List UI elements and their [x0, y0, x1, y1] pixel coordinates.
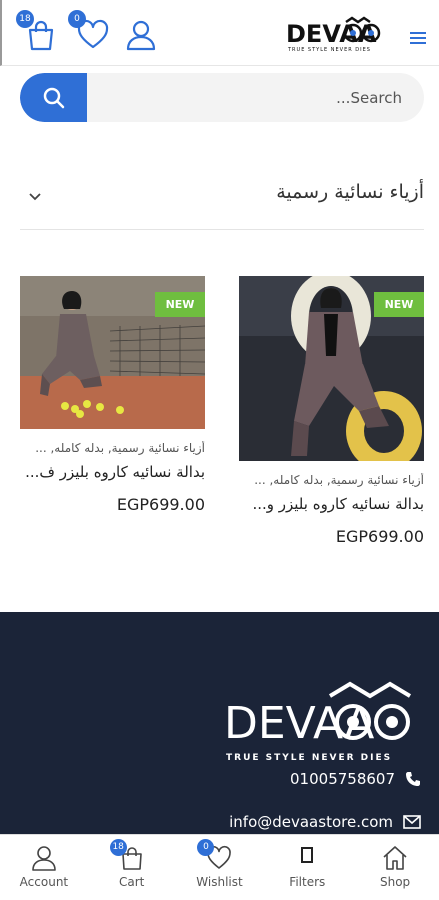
nav-account[interactable]: Account [0, 835, 88, 900]
product-card[interactable]: NEW أزياء نسائية رسمية, بدله كامله, ... … [239, 276, 424, 546]
user-icon [31, 845, 57, 871]
heart-icon: 0 [197, 839, 232, 871]
top-header: 18 0 DEVAA TRUE STYLE NEVER DIES [0, 0, 439, 66]
phone-number[interactable]: 01005758607 [290, 770, 395, 788]
new-badge: NEW [374, 292, 424, 317]
cart-count-badge: 18 [109, 839, 127, 856]
cart-count-badge: 18 [16, 10, 34, 28]
search-button[interactable] [20, 73, 87, 122]
nav-filters[interactable]: Filters [263, 835, 351, 900]
email-address[interactable]: info@devaastore.com [229, 813, 393, 831]
brand-logo[interactable]: DEVAA TRUE STYLE NEVER DIES [286, 14, 390, 54]
nav-label: Account [19, 875, 69, 889]
product-category[interactable]: أزياء نسائية رسمية, بدله كامله, ... [239, 473, 424, 487]
nav-wishlist[interactable]: 0 Wishlist [176, 835, 264, 900]
nav-label: Filters [289, 875, 326, 889]
user-icon [126, 20, 156, 51]
account-button[interactable] [124, 18, 158, 52]
product-price: EGP699.00 [116, 495, 205, 514]
search-input[interactable] [90, 73, 402, 122]
svg-text:TRUE STYLE NEVER DIES: TRUE STYLE NEVER DIES [287, 47, 371, 53]
product-name[interactable]: بدالة نسائيه كاروه بليزر ف... [20, 463, 205, 481]
svg-text:TRUE STYLE NEVER DIES: TRUE STYLE NEVER DIES [226, 753, 392, 763]
product-name[interactable]: بدالة نسائيه كاروه بليزر و... [239, 495, 424, 513]
site-footer: DEVAA TRUE STYLE NEVER DIES 01005758607 … [0, 612, 439, 834]
envelope-icon [403, 815, 421, 829]
footer-phone[interactable]: 01005758607 [290, 770, 421, 788]
phone-icon [406, 772, 420, 786]
nav-label: Wishlist [196, 875, 243, 889]
category-title: أزياء نسائية رسمية [276, 181, 424, 203]
search-bar [20, 73, 424, 122]
category-header[interactable]: أزياء نسائية رسمية [20, 170, 424, 230]
product-price: EGP699.00 [335, 527, 424, 546]
cart-button[interactable]: 18 [16, 10, 58, 52]
bottom-navigation: Account 18 Cart 0 Wishlist Filters Shop [0, 834, 439, 900]
nav-label: Cart [119, 875, 145, 889]
filter-icon [294, 845, 320, 871]
wishlist-count-badge: 0 [68, 10, 86, 28]
footer-email[interactable]: info@devaastore.com [229, 813, 421, 831]
product-image[interactable]: NEW [20, 276, 205, 429]
hamburger-menu-icon[interactable] [409, 30, 427, 46]
product-image[interactable]: NEW [239, 276, 424, 461]
shopping-bag-icon: 18 [109, 839, 145, 871]
new-badge: NEW [155, 292, 205, 317]
chevron-down-icon[interactable] [28, 188, 42, 202]
nav-shop[interactable]: Shop [351, 835, 439, 900]
wishlist-button[interactable]: 0 [68, 10, 110, 52]
search-icon [43, 87, 64, 108]
product-card[interactable]: NEW أزياء نسائية رسمية, بدله كامله, ... … [20, 276, 205, 514]
product-category[interactable]: أزياء نسائية رسمية, بدله كامله, ... [20, 441, 205, 455]
nav-label: Shop [379, 875, 411, 889]
home-icon [382, 845, 408, 871]
footer-logo: DEVAA TRUE STYLE NEVER DIES [220, 678, 420, 768]
nav-cart[interactable]: 18 Cart [88, 835, 176, 900]
